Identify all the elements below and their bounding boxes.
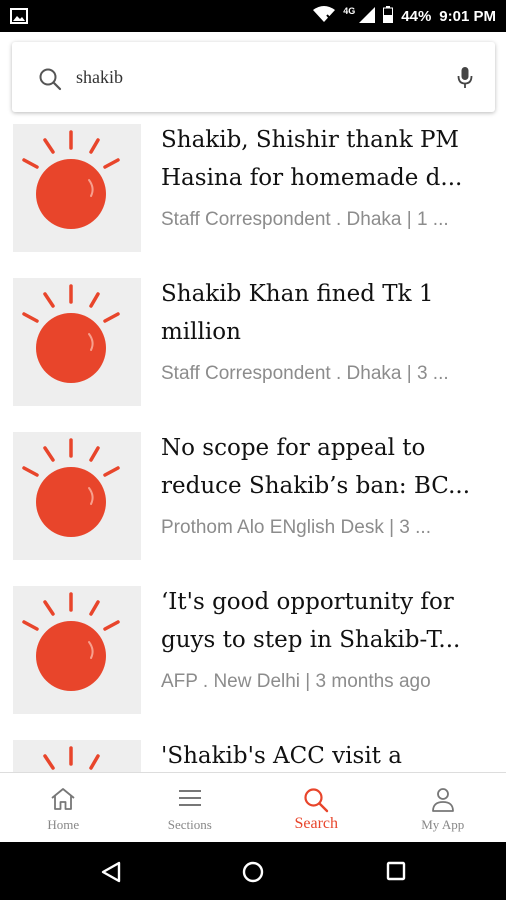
nav-search[interactable]: Search bbox=[253, 773, 380, 842]
article-item[interactable]: Shakib Khan fined Tk 1 million Staff Cor… bbox=[0, 266, 506, 421]
nav-home-label: Home bbox=[47, 817, 80, 832]
home-icon bbox=[50, 787, 76, 815]
status-indicators: 4G 44% 9:01 PM bbox=[313, 6, 496, 27]
menu-icon bbox=[178, 787, 202, 813]
home-button-icon[interactable] bbox=[242, 861, 264, 887]
recents-icon[interactable] bbox=[386, 861, 406, 885]
search-bar[interactable] bbox=[12, 42, 495, 112]
status-bar: 4G 44% 9:01 PM bbox=[0, 0, 506, 32]
bottom-navigation: Home Sections Search My App bbox=[0, 772, 506, 842]
article-item[interactable]: ‘It's good opportunity for guys to step … bbox=[0, 574, 506, 729]
nav-my-app-label: My App bbox=[421, 817, 465, 832]
network-type: 4G bbox=[343, 5, 356, 16]
article-item[interactable]: No scope for appeal to reduce Shakib’s b… bbox=[0, 420, 506, 575]
article-meta: Prothom Alo ENglish Desk | 3 ... bbox=[161, 517, 431, 538]
nav-home[interactable]: Home bbox=[0, 773, 127, 842]
nav-sections-label: Sections bbox=[167, 817, 212, 832]
search-icon bbox=[303, 787, 329, 817]
nav-my-app[interactable]: My App bbox=[380, 773, 506, 842]
sun-logo-icon bbox=[13, 586, 141, 714]
nav-sections[interactable]: Sections bbox=[127, 773, 254, 842]
battery-level: 44% bbox=[401, 8, 432, 25]
article-headline: Shakib Khan fined Tk 1 million bbox=[161, 281, 434, 345]
sun-logo-icon bbox=[13, 432, 141, 560]
article-item[interactable]: Shakib, Shishir thank PM Hasina for home… bbox=[0, 112, 506, 267]
gallery-notification-icon bbox=[10, 8, 28, 28]
wifi-icon bbox=[313, 6, 336, 27]
mic-icon[interactable] bbox=[457, 66, 473, 94]
article-meta: Staff Correspondent . Dhaka | 1 ... bbox=[161, 209, 449, 230]
search-icon bbox=[38, 67, 62, 95]
person-icon bbox=[431, 787, 455, 817]
nav-search-label: Search bbox=[294, 815, 339, 832]
article-meta: Staff Correspondent . Dhaka | 3 ... bbox=[161, 363, 449, 384]
article-meta: AFP . New Delhi | 3 months ago bbox=[161, 671, 431, 692]
clock: 9:01 PM bbox=[439, 8, 496, 25]
article-item[interactable]: 'Shakib's ACC visit a bbox=[0, 728, 506, 772]
article-headline: ‘It's good opportunity for guys to step … bbox=[161, 589, 461, 653]
battery-icon bbox=[383, 6, 394, 27]
search-input[interactable] bbox=[76, 62, 436, 92]
sun-logo-icon bbox=[13, 278, 141, 406]
system-navigation-bar bbox=[0, 842, 506, 900]
signal-icon bbox=[359, 6, 376, 27]
search-results-list[interactable]: Shakib, Shishir thank PM Hasina for home… bbox=[0, 112, 506, 772]
article-headline: 'Shakib's ACC visit a bbox=[161, 743, 402, 769]
article-headline: No scope for appeal to reduce Shakib’s b… bbox=[161, 435, 471, 499]
sun-logo-icon bbox=[13, 740, 141, 772]
article-headline: Shakib, Shishir thank PM Hasina for home… bbox=[161, 127, 463, 191]
sun-logo-icon bbox=[13, 124, 141, 252]
back-icon[interactable] bbox=[100, 861, 122, 887]
